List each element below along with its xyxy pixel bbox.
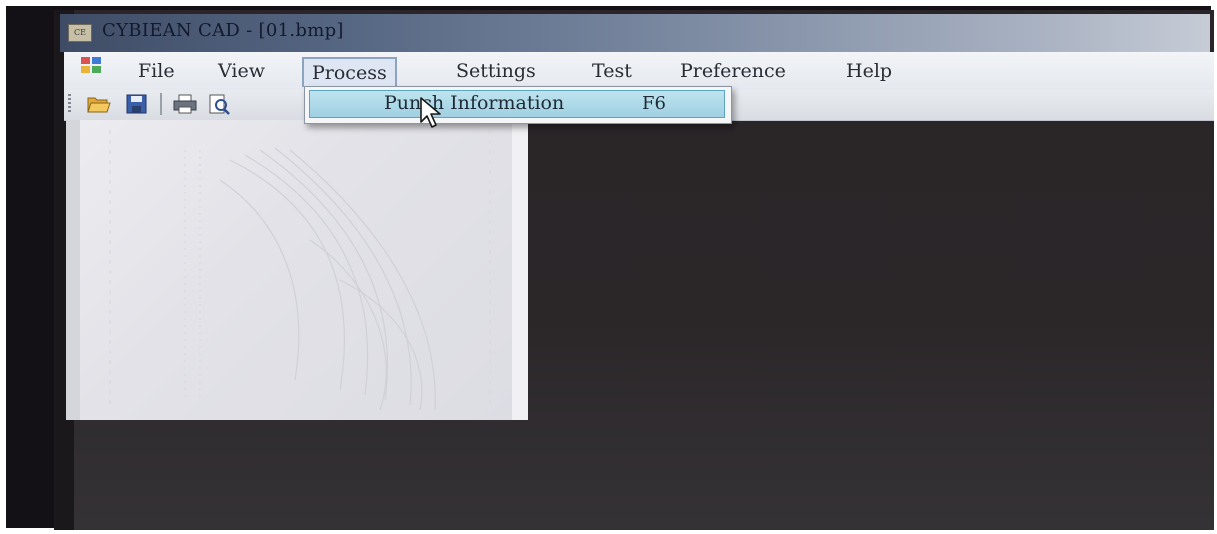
embroidery-pattern-preview	[109, 130, 491, 411]
title-bar[interactable]: CE CYBIEAN CAD - [01.bmp]	[60, 14, 1210, 52]
menu-item-punch-information[interactable]: Punch Information F6	[309, 90, 725, 118]
menu-item-shortcut: F6	[642, 93, 666, 114]
save-icon[interactable]	[124, 93, 150, 115]
menu-test[interactable]: Test	[584, 57, 640, 87]
process-menu-dropdown: Punch Information F6	[304, 86, 732, 124]
window-title: CYBIEAN CAD - [01.bmp]	[102, 20, 344, 41]
menu-help[interactable]: Help	[838, 57, 900, 87]
document-system-menu-icon[interactable]	[81, 57, 103, 75]
menu-preference[interactable]: Preference	[672, 57, 794, 87]
menu-view[interactable]: View	[210, 57, 273, 87]
menu-file[interactable]: File	[130, 57, 183, 87]
menu-item-label: Punch Information	[384, 92, 565, 114]
print-icon[interactable]	[172, 93, 198, 115]
print-preview-icon[interactable]	[206, 93, 232, 115]
canvas-edge	[512, 120, 528, 420]
app-icon: CE	[68, 24, 92, 42]
toolbar-separator	[160, 93, 162, 115]
menu-settings[interactable]: Settings	[448, 57, 544, 87]
open-folder-icon[interactable]	[86, 93, 112, 115]
toolbar-grip[interactable]	[68, 94, 71, 114]
document-canvas[interactable]	[66, 120, 528, 420]
mouse-cursor-icon	[419, 96, 447, 130]
menu-process[interactable]: Process	[302, 57, 397, 87]
